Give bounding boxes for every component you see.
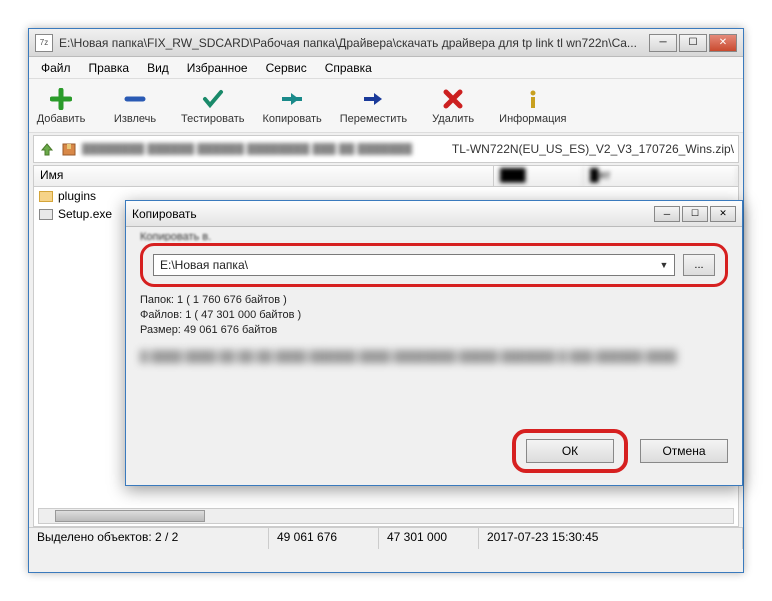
archive-icon (60, 140, 78, 158)
menu-view[interactable]: Вид (139, 59, 177, 77)
info-size: Размер: 49 061 676 байтов (140, 323, 728, 338)
file-name: plugins (58, 189, 96, 203)
chevron-down-icon[interactable]: ▼ (656, 257, 672, 273)
close-button[interactable]: ✕ (709, 34, 737, 52)
dialog-window-controls: ─ ☐ ✕ (654, 206, 736, 222)
dialog-buttons: ОК Отмена (512, 429, 728, 473)
copy-label: Копировать (263, 113, 322, 125)
menu-tools[interactable]: Сервис (258, 59, 315, 77)
test-button[interactable]: Тестировать (181, 87, 245, 125)
extract-label: Извлечь (114, 113, 156, 125)
info-label: Информация (499, 113, 566, 125)
maximize-button[interactable]: ☐ (679, 34, 707, 52)
copy-button[interactable]: Копировать (263, 87, 322, 125)
move-label: Переместить (340, 113, 407, 125)
address-filename: TL-WN722N(EU_US_ES)_V2_V3_170726_Wins.zi… (452, 142, 734, 156)
folder-icon (38, 189, 54, 203)
add-button[interactable]: Добавить (33, 87, 89, 125)
arrow-right-icon (361, 87, 385, 111)
menu-edit[interactable]: Правка (81, 59, 138, 77)
file-name: Setup.exe (58, 207, 112, 221)
address-bar[interactable]: ████████ ██████ ██████ ████████ ███ ██ █… (33, 135, 739, 163)
dialog-titlebar: Копировать ─ ☐ ✕ (126, 201, 742, 227)
x-icon (441, 87, 465, 111)
horizontal-scrollbar[interactable] (38, 508, 734, 524)
dialog-blurred-text: █ ████ ████ ██ ██ ██ ████ ██████ ████ ██… (140, 350, 728, 404)
titlebar: 7z E:\Новая папка\FIX_RW_SDCARD\Рабочая … (29, 29, 743, 57)
arrow-right-copy-icon (280, 87, 304, 111)
info-folders: Папок: 1 ( 1 760 676 байтов ) (140, 293, 728, 308)
exe-icon (38, 207, 54, 221)
dialog-close-button[interactable]: ✕ (710, 206, 736, 222)
move-button[interactable]: Переместить (340, 87, 407, 125)
menu-file[interactable]: Файл (33, 59, 79, 77)
dialog-minimize-button[interactable]: ─ (654, 206, 680, 222)
path-highlight: E:\Новая папка\ ▼ ... (140, 243, 728, 287)
copy-to-label: Копировать в. (140, 231, 728, 241)
ok-highlight: ОК (512, 429, 628, 473)
cancel-button[interactable]: Отмена (640, 439, 728, 463)
dialog-title: Копировать (132, 207, 654, 221)
copy-dialog: Копировать ─ ☐ ✕ Копировать в. E:\Новая … (125, 200, 743, 486)
plus-icon (49, 87, 73, 111)
up-icon[interactable] (38, 140, 56, 158)
app-icon: 7z (35, 34, 53, 52)
menu-favorites[interactable]: Избранное (179, 59, 256, 77)
destination-path-value: E:\Новая папка\ (160, 258, 248, 272)
dialog-maximize-button[interactable]: ☐ (682, 206, 708, 222)
info-icon (521, 87, 545, 111)
window-title: E:\Новая папка\FIX_RW_SDCARD\Рабочая пап… (59, 36, 649, 50)
minus-icon (123, 87, 147, 111)
col-name[interactable]: Имя (34, 166, 494, 186)
check-icon (201, 87, 225, 111)
delete-label: Удалить (432, 113, 474, 125)
toolbar: Добавить Извлечь Тестировать Копировать … (29, 79, 743, 133)
col-size-blur[interactable]: ███ (494, 166, 584, 186)
delete-button[interactable]: Удалить (425, 87, 481, 125)
col-date-blur[interactable]: █ят (584, 166, 738, 186)
browse-button[interactable]: ... (683, 254, 715, 276)
menubar: Файл Правка Вид Избранное Сервис Справка (29, 57, 743, 79)
address-path-blur: ████████ ██████ ██████ ████████ ███ ██ █… (82, 143, 448, 155)
menu-help[interactable]: Справка (317, 59, 380, 77)
extract-button[interactable]: Извлечь (107, 87, 163, 125)
dialog-info: Папок: 1 ( 1 760 676 байтов ) Файлов: 1 … (140, 293, 728, 338)
dialog-body: Копировать в. E:\Новая папка\ ▼ ... Папо… (126, 227, 742, 408)
scroll-thumb[interactable] (55, 510, 205, 522)
status-size2: 47 301 000 (379, 528, 479, 549)
add-label: Добавить (37, 113, 86, 125)
test-label: Тестировать (181, 113, 245, 125)
status-selected: Выделено объектов: 2 / 2 (29, 528, 269, 549)
minimize-button[interactable]: ─ (649, 34, 677, 52)
info-files: Файлов: 1 ( 47 301 000 байтов ) (140, 308, 728, 323)
window-controls: ─ ☐ ✕ (649, 34, 737, 52)
statusbar: Выделено объектов: 2 / 2 49 061 676 47 3… (29, 527, 743, 549)
info-button[interactable]: Информация (499, 87, 566, 125)
status-date: 2017-07-23 15:30:45 (479, 528, 743, 549)
destination-path-input[interactable]: E:\Новая папка\ ▼ (153, 254, 675, 276)
ok-button[interactable]: ОК (526, 439, 614, 463)
list-header: Имя ███ █ят (33, 165, 739, 187)
status-size1: 49 061 676 (269, 528, 379, 549)
